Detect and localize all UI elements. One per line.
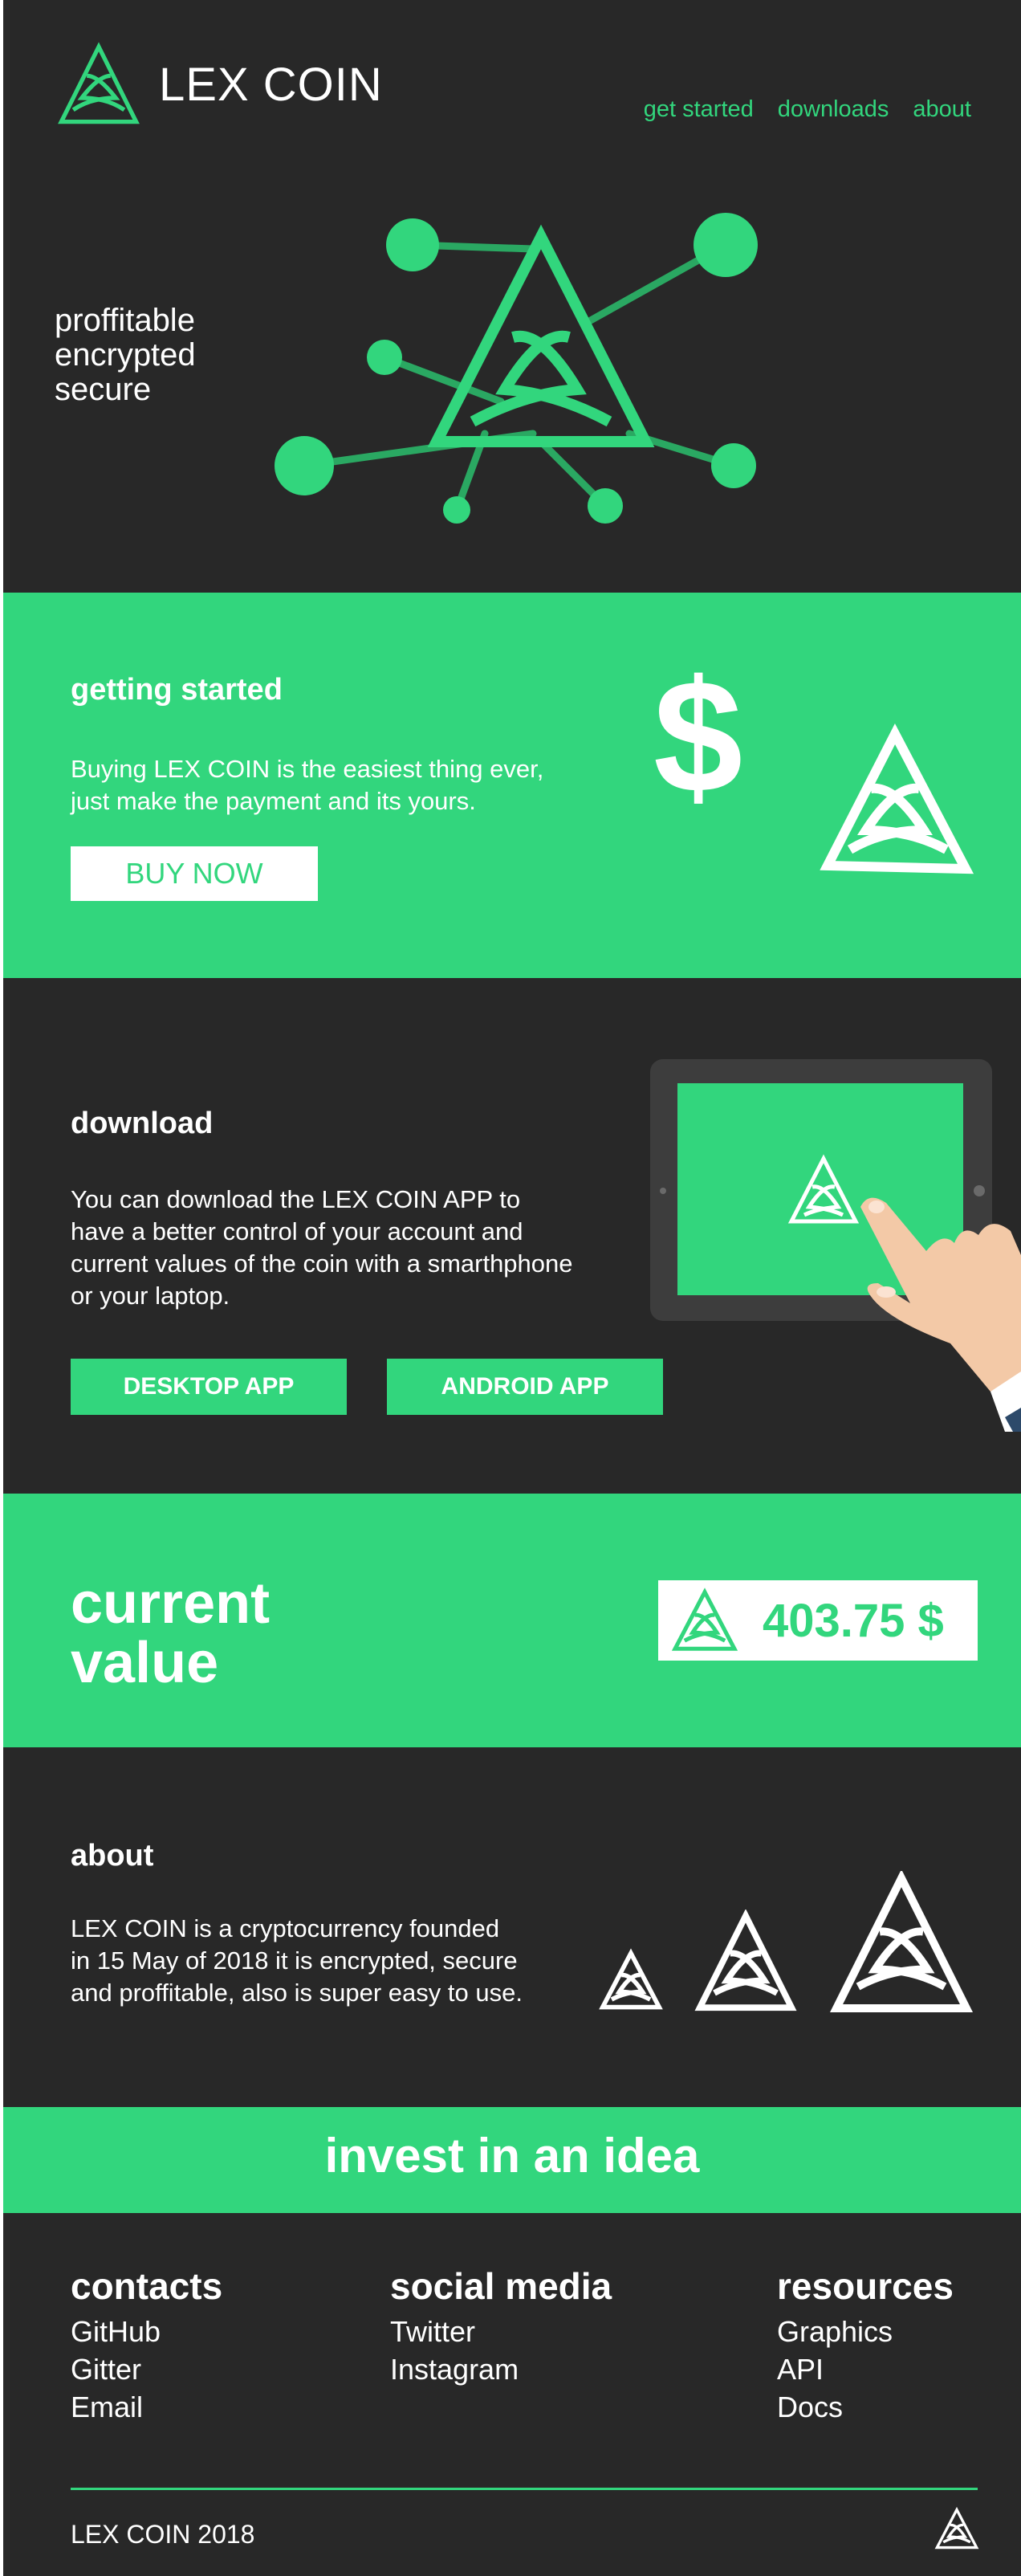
about-section: about LEX COIN is a cryptocurrency found…	[3, 1747, 1021, 2107]
graphics-link[interactable]: Graphics	[777, 2313, 954, 2350]
tablet-hand-illustration-icon	[650, 1059, 1021, 1432]
getting-started-section: getting started Buying LEX COIN is the e…	[3, 593, 1021, 978]
tagline-line: encrypted	[55, 337, 196, 373]
body-line: or your laptop.	[71, 1282, 230, 1310]
getting-started-title: getting started	[71, 673, 283, 707]
download-section: download You can download the LEX COIN A…	[3, 978, 1021, 1494]
brand-lex: LEX	[159, 58, 250, 111]
instagram-link[interactable]: Instagram	[390, 2350, 612, 2388]
about-title: about	[71, 1839, 154, 1873]
copyright-brand: LEX COIN	[71, 2520, 191, 2549]
email-link[interactable]: Email	[71, 2388, 222, 2426]
lex-coin-logo-icon	[820, 723, 974, 874]
docs-link[interactable]: Docs	[777, 2388, 954, 2426]
body-line: in 15 May of 2018 it is encrypted, secur…	[71, 1946, 518, 1975]
nav-about[interactable]: about	[913, 96, 971, 123]
footer-copyright: LEX COIN 2018	[71, 2520, 254, 2550]
resources-heading: resources	[777, 2265, 954, 2307]
price-box: 403.75 $	[658, 1580, 978, 1661]
body-line: and proffitable, also is super easy to u…	[71, 1979, 523, 2007]
footer-contacts: contacts GitHub Gitter Email	[71, 2264, 222, 2426]
invest-text: invest in an idea	[324, 2129, 700, 2183]
body-line: current values of the coin with a smarth…	[71, 1249, 573, 1278]
lex-coin-logo-icon[interactable]	[934, 2506, 979, 2551]
gitter-link[interactable]: Gitter	[71, 2350, 222, 2388]
body-line: Buying LEX COIN is the easiest thing eve…	[71, 755, 544, 783]
hero-tagline: proffitable encrypted secure	[55, 304, 196, 407]
contacts-heading: contacts	[71, 2265, 223, 2307]
nav-downloads[interactable]: downloads	[778, 96, 889, 123]
download-title: download	[71, 1107, 214, 1140]
lex-coin-medium-icon	[694, 1910, 797, 2011]
body-line: just make the payment and its yours.	[71, 787, 476, 815]
about-body: LEX COIN is a cryptocurrency founded in …	[71, 1913, 523, 2009]
price-value: 403.75 $	[763, 1594, 944, 1647]
brand-name: LEX COIN	[159, 58, 383, 112]
title-line: value	[71, 1631, 219, 1695]
getting-started-body: Buying LEX COIN is the easiest thing eve…	[71, 753, 543, 817]
current-value-section: current value 403.75 $	[3, 1494, 1021, 1747]
footer-social: social media Twitter Instagram	[390, 2264, 612, 2388]
lex-coin-large-icon	[829, 1871, 974, 2012]
social-heading: social media	[390, 2265, 612, 2307]
lex-coin-small-icon	[599, 1948, 663, 2010]
footer: contacts GitHub Gitter Email social medi…	[3, 2213, 1021, 2576]
dollar-icon: $	[653, 647, 743, 826]
network-graphic-icon	[275, 213, 758, 524]
lex-coin-logo-icon	[671, 1588, 738, 1651]
body-line: LEX COIN is a cryptocurrency founded	[71, 1914, 500, 1942]
download-body: You can download the LEX COIN APP to hav…	[71, 1184, 573, 1312]
android-app-button[interactable]: ANDROID APP	[387, 1359, 663, 1415]
copyright-year: 2018	[197, 2520, 255, 2549]
github-link[interactable]: GitHub	[71, 2313, 222, 2350]
brand-coin: COIN	[262, 58, 383, 111]
buy-now-button[interactable]: BUY NOW	[71, 846, 318, 901]
body-line: have a better control of your account an…	[71, 1217, 523, 1245]
hero-section: LEX COIN get started downloads about pro…	[3, 0, 1021, 593]
tagline-line: secure	[55, 372, 152, 407]
invest-banner: invest in an idea	[3, 2107, 1021, 2213]
api-link[interactable]: API	[777, 2350, 954, 2388]
tagline-line: proffitable	[55, 303, 195, 338]
footer-divider	[71, 2488, 978, 2490]
twitter-link[interactable]: Twitter	[390, 2313, 612, 2350]
body-line: You can download the LEX COIN APP to	[71, 1185, 521, 1213]
lex-coin-logo-icon	[58, 42, 140, 124]
desktop-app-button[interactable]: DESKTOP APP	[71, 1359, 347, 1415]
current-value-title: current value	[71, 1574, 270, 1693]
top-nav: get started downloads about	[644, 96, 971, 123]
brand-logo[interactable]: LEX COIN	[56, 42, 383, 127]
footer-resources: resources Graphics API Docs	[777, 2264, 954, 2426]
title-line: current	[71, 1571, 271, 1636]
nav-get-started[interactable]: get started	[644, 96, 754, 123]
